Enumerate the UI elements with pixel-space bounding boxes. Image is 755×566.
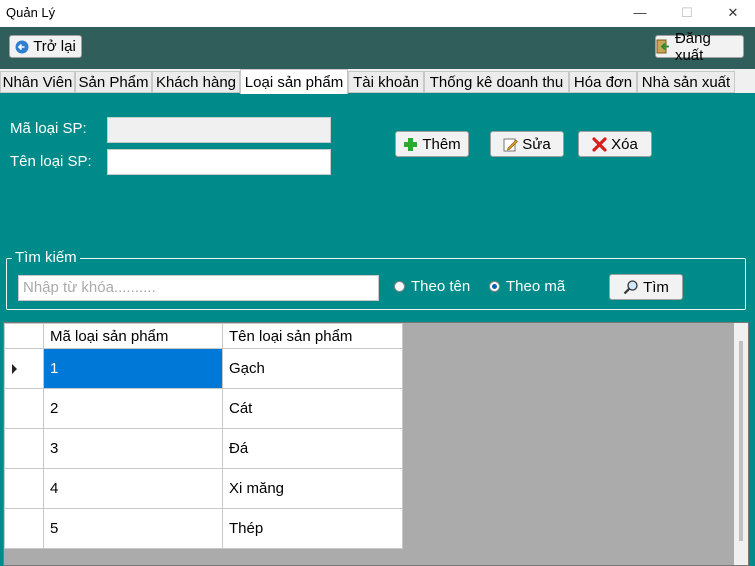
- edit-button[interactable]: Sửa: [490, 131, 564, 157]
- current-row-arrow-icon: [12, 363, 17, 374]
- cell-code[interactable]: 5: [43, 508, 223, 549]
- tab-manufacturers[interactable]: Nhà sản xuất: [637, 71, 735, 93]
- table-row[interactable]: 3 Đá: [4, 428, 403, 469]
- back-arrow-icon: [15, 40, 29, 53]
- tab-invoices[interactable]: Hóa đơn: [569, 71, 637, 93]
- close-icon[interactable]: ✕: [710, 0, 755, 27]
- table-row[interactable]: 2 Cát: [4, 388, 403, 429]
- table-row[interactable]: 5 Thép: [4, 508, 403, 549]
- cell-name[interactable]: Xi măng: [222, 468, 403, 509]
- window-title: Quản Lý: [6, 5, 56, 20]
- row-header[interactable]: [4, 428, 44, 469]
- delete-label: Xóa: [611, 135, 638, 153]
- search-label: Tìm: [643, 278, 669, 296]
- magnifier-icon: [623, 280, 638, 295]
- tab-revenue-stats[interactable]: Thống kê doanh thu: [424, 71, 569, 93]
- radio-by-name[interactable]: Theo tên: [394, 278, 470, 295]
- plus-icon: [404, 137, 418, 151]
- column-header-code[interactable]: Mã loại sản phẩm: [43, 323, 223, 349]
- top-toolbar: Trở lại Đăng xuất: [0, 27, 755, 69]
- back-label: Trở lại: [33, 38, 76, 55]
- corner-header-cell: [4, 323, 44, 349]
- search-button[interactable]: Tìm: [609, 274, 683, 300]
- tab-accounts[interactable]: Tài khoản: [348, 71, 424, 93]
- radio-by-code[interactable]: Theo mã: [489, 278, 565, 295]
- logout-icon: [656, 39, 669, 54]
- cell-name[interactable]: Đá: [222, 428, 403, 469]
- cell-code[interactable]: 2: [43, 388, 223, 429]
- logout-label: Đăng xuất: [674, 29, 711, 64]
- radio-by-name-label: Theo tên: [411, 278, 471, 295]
- cell-code[interactable]: 1: [43, 348, 223, 389]
- add-label: Thêm: [422, 135, 461, 153]
- code-field[interactable]: [107, 117, 331, 143]
- cell-code[interactable]: 3: [43, 428, 223, 469]
- edit-label: Sửa: [522, 135, 551, 153]
- table-header-row: Mã loại sản phẩm Tên loại sản phẩm: [4, 323, 403, 349]
- row-header-current[interactable]: [4, 348, 44, 389]
- vertical-scrollbar[interactable]: [734, 323, 748, 565]
- edit-icon: [503, 138, 519, 151]
- cell-name[interactable]: Cát: [222, 388, 403, 429]
- row-header[interactable]: [4, 508, 44, 549]
- product-type-grid: Mã loại sản phẩm Tên loại sản phẩm 1 Gạc…: [3, 322, 749, 566]
- tab-strip: Nhân Viên Sản Phẩm Khách hàng Loại sản p…: [0, 69, 755, 94]
- maximize-icon[interactable]: ☐: [664, 0, 710, 27]
- product-type-table: Mã loại sản phẩm Tên loại sản phẩm 1 Gạc…: [4, 323, 403, 549]
- minimize-icon[interactable]: —: [617, 0, 663, 27]
- cell-name[interactable]: Gạch: [222, 348, 403, 389]
- title-bar: Quản Lý — ☐ ✕: [0, 0, 755, 27]
- radio-by-name-dot: [394, 281, 405, 292]
- back-button[interactable]: Trở lại: [9, 35, 82, 58]
- search-input[interactable]: Nhập từ khóa..........: [18, 275, 379, 301]
- row-header[interactable]: [4, 388, 44, 429]
- code-label: Mã loại SP:: [10, 120, 87, 137]
- delete-icon: [592, 136, 607, 152]
- radio-by-code-label: Theo mã: [506, 278, 566, 295]
- radio-by-code-dot: [489, 281, 500, 292]
- search-group-title: Tìm kiếm: [12, 249, 80, 266]
- tab-customers[interactable]: Khách hàng: [152, 71, 240, 93]
- tab-employees[interactable]: Nhân Viên: [0, 71, 75, 93]
- logout-button[interactable]: Đăng xuất: [655, 30, 744, 64]
- cell-code[interactable]: 4: [43, 468, 223, 509]
- name-label: Tên loại SP:: [10, 153, 92, 170]
- tab-products[interactable]: Sản Phẩm: [75, 71, 152, 93]
- table-row[interactable]: 4 Xi măng: [4, 468, 403, 509]
- tab-product-types[interactable]: Loại sản phẩm: [240, 69, 348, 94]
- table-row[interactable]: 1 Gạch: [4, 348, 403, 389]
- delete-button[interactable]: Xóa: [578, 131, 652, 157]
- name-field[interactable]: [107, 149, 331, 175]
- cell-name[interactable]: Thép: [222, 508, 403, 549]
- add-button[interactable]: Thêm: [395, 131, 469, 157]
- scrollbar-thumb[interactable]: [739, 341, 743, 541]
- row-header[interactable]: [4, 468, 44, 509]
- column-header-name[interactable]: Tên loại sản phẩm: [222, 323, 403, 349]
